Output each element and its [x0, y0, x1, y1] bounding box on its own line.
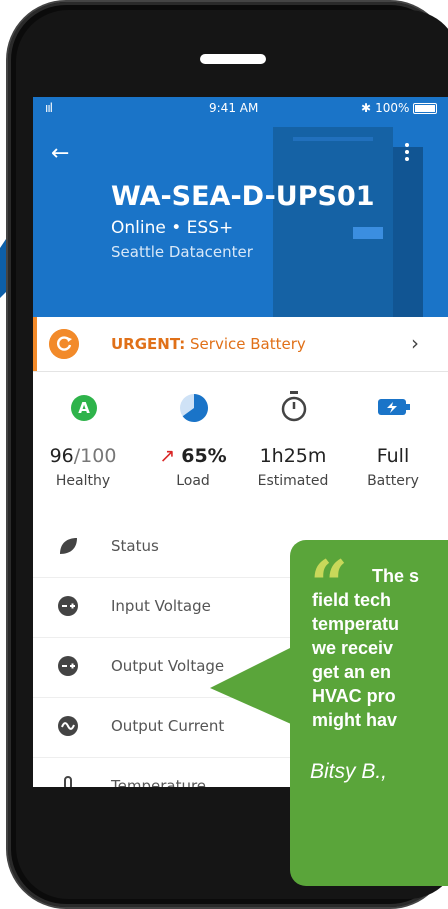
quote-line: might hav	[312, 710, 398, 730]
device-header: ııl 9:41 AM ✱ 100% ← WA-SEA-D-UPS01 Onli…	[33, 97, 448, 317]
quote-line: field tech	[312, 590, 392, 610]
status-time: 9:41 AM	[209, 101, 259, 115]
runtime-value: 1h25m	[259, 445, 327, 467]
list-item-label: Output Voltage	[111, 657, 225, 675]
quote-line: The s	[372, 566, 420, 586]
stats-row: A 96/100 Healthy ↗ 65% Load 1h25m Estima…	[33, 387, 448, 497]
back-arrow-icon[interactable]: ←	[51, 141, 69, 166]
device-title: WA-SEA-D-UPS01	[111, 181, 375, 212]
quote-line: temperatu	[312, 614, 400, 634]
alert-label: URGENT: Service Battery	[111, 335, 306, 353]
urgent-alert-row[interactable]: URGENT: Service Battery ›	[33, 317, 448, 372]
alert-urgent-label: URGENT:	[111, 335, 186, 353]
status-bar: ııl 9:41 AM ✱ 100%	[33, 97, 448, 119]
leaf-icon	[60, 538, 77, 554]
output-voltage-icon	[58, 656, 78, 676]
ups-cabinet-image	[273, 127, 423, 317]
chevron-right-icon: ›	[411, 331, 419, 355]
service-alert-icon	[49, 329, 79, 359]
health-scale: /100	[73, 445, 117, 467]
battery-percent: 100%	[375, 101, 410, 115]
alert-message: Service Battery	[185, 335, 306, 353]
device-status: Online • ESS+	[111, 218, 234, 238]
testimonial-author: Bitsy B.,	[310, 760, 388, 783]
list-item-label: Temperature	[111, 777, 207, 787]
runtime-label: Estimated	[257, 473, 329, 489]
load-percent: 65%	[181, 445, 227, 467]
input-voltage-icon	[58, 596, 78, 616]
thermometer-icon	[64, 776, 72, 787]
battery-icon	[413, 102, 438, 114]
load-value: ↗ 65%	[143, 445, 243, 467]
status-battery: ✱ 100%	[361, 101, 438, 115]
signal-wifi-icon: ııl	[45, 101, 53, 115]
list-item-label: Output Current	[111, 717, 225, 735]
list-item-label: Input Voltage	[111, 597, 211, 615]
bluetooth-icon: ✱	[361, 101, 372, 115]
device-location: Seattle Datacenter	[111, 243, 253, 261]
battery-label: Battery	[367, 473, 419, 489]
health-score: 96	[49, 445, 74, 467]
alert-accent-bar	[33, 317, 37, 371]
load-label: Load	[176, 473, 210, 489]
quote-line: get an en	[312, 662, 392, 682]
more-menu-icon[interactable]	[405, 143, 411, 161]
load-pie-icon	[180, 394, 208, 422]
quote-line: we receiv	[312, 638, 394, 658]
load-trend-up-icon: ↗	[159, 445, 176, 467]
quote-line: HVAC pro	[312, 686, 396, 706]
phone-speaker	[200, 54, 266, 64]
battery-value: Full	[376, 445, 410, 467]
health-value: 96/100	[33, 445, 133, 467]
quote-bubble-tail	[210, 648, 300, 728]
health-grade-icon: A	[71, 395, 97, 421]
stopwatch-icon	[281, 391, 307, 422]
list-item-label: Status	[111, 537, 159, 555]
health-label: Healthy	[55, 473, 111, 489]
battery-charging-icon	[378, 399, 410, 415]
output-current-icon	[58, 716, 78, 736]
testimonial-text: The s field tech temperatu we receiv get…	[312, 564, 448, 732]
testimonial-bubble: “ The s field tech temperatu we receiv g…	[290, 540, 448, 886]
